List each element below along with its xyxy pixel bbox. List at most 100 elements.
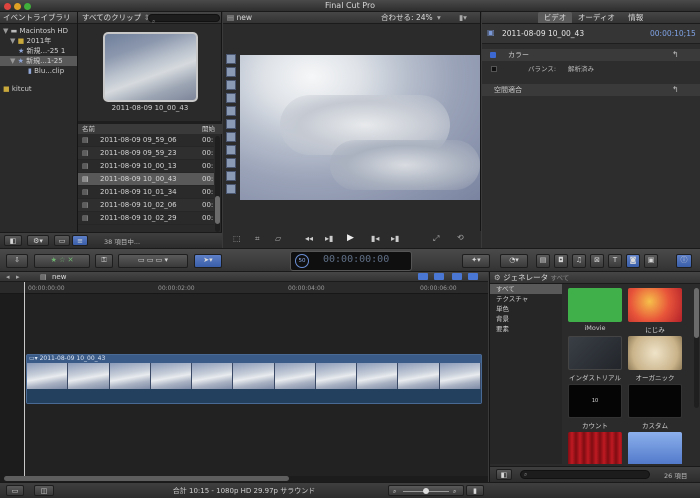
- list-item[interactable]: ▤ 2011-08-09 09_59_06 00:: [78, 134, 214, 147]
- transitions-browser-button[interactable]: ⊠: [590, 254, 604, 268]
- tab-info[interactable]: 情報: [621, 12, 651, 23]
- loop-icon[interactable]: ⟲: [457, 233, 464, 242]
- list-scrollbar[interactable]: [215, 136, 220, 232]
- list-item[interactable]: ▤ 2011-08-09 10_02_29 00:: [78, 212, 214, 225]
- category-elements[interactable]: 要素: [490, 324, 562, 334]
- library-item-kitcut[interactable]: ■ kitcut: [0, 84, 77, 94]
- filmstrip-view-button[interactable]: ▭: [54, 235, 70, 246]
- list-view-button[interactable]: ≡: [72, 235, 88, 246]
- effects-tool-button[interactable]: ✦▾: [462, 254, 490, 268]
- music-browser-button[interactable]: ♫: [572, 254, 586, 268]
- generator-tile-custom[interactable]: カスタム: [628, 384, 682, 430]
- category-solid[interactable]: 単色: [490, 304, 562, 314]
- tab-video[interactable]: ビデオ: [538, 12, 572, 23]
- generator-search-input[interactable]: ⌕: [520, 470, 650, 479]
- distort-icon[interactable]: ▱: [275, 234, 281, 243]
- list-item-selected[interactable]: ▤ 2011-08-09 10_00_43 00:: [78, 173, 214, 186]
- view-options-icon[interactable]: ▮▾: [459, 12, 467, 24]
- generator-tile-organic[interactable]: オーガニック: [628, 336, 682, 382]
- inspector-button[interactable]: ⓘ: [676, 254, 692, 268]
- column-start-header[interactable]: 開始: [202, 124, 215, 134]
- library-item-macintosh-hd[interactable]: ▼ ▬ Macintosh HD: [0, 26, 77, 36]
- spatial-section-header[interactable]: 空間適合 ↰: [482, 84, 700, 96]
- history-forward-icon[interactable]: ▸: [16, 272, 20, 281]
- list-item[interactable]: ▤ 2011-08-09 09_59_23 00:: [78, 147, 214, 160]
- transform-icon[interactable]: ⬚: [233, 234, 241, 243]
- library-item-blu-clip[interactable]: ▮ Blu...clip: [0, 66, 77, 76]
- themes-browser-button[interactable]: ▣: [644, 254, 658, 268]
- audio-skimming-toggle[interactable]: [434, 273, 444, 280]
- zoom-window-button[interactable]: [24, 3, 31, 10]
- show-sidebar-button[interactable]: ◧: [496, 469, 512, 480]
- zoom-in-icon[interactable]: ⌕: [453, 486, 456, 497]
- library-item-2011[interactable]: ▼ ■ 2011年: [0, 36, 77, 46]
- gear-icon[interactable]: ⚙: [494, 273, 501, 282]
- balance-checkbox[interactable]: [491, 66, 497, 72]
- close-window-button[interactable]: [4, 3, 11, 10]
- import-media-button[interactable]: ⇩: [6, 254, 28, 268]
- timeline-clip[interactable]: ▭▾ 2011-08-09 10_00_43: [26, 354, 482, 404]
- zoom-knob[interactable]: [423, 488, 429, 494]
- select-tool-button[interactable]: ➤▾: [194, 254, 222, 268]
- selected-clip-thumbnail[interactable]: [103, 32, 198, 102]
- crop-icon[interactable]: ⌗: [255, 234, 260, 244]
- background-task-indicator[interactable]: 50: [295, 254, 309, 268]
- clip-filter-dropdown[interactable]: すべてのクリップ: [82, 13, 141, 22]
- effects-browser-button[interactable]: ▤: [536, 254, 550, 268]
- category-all[interactable]: すべて: [490, 284, 562, 294]
- clip-appearance-button[interactable]: ▮: [466, 485, 484, 496]
- generators-browser-button[interactable]: ◙: [626, 254, 640, 268]
- generator-scrollbar[interactable]: [694, 288, 699, 408]
- timeline-index-icon[interactable]: ▤: [40, 272, 47, 281]
- generator-tile-imovie[interactable]: iMovie: [568, 288, 622, 334]
- next-edit-icon[interactable]: ▸▮: [391, 234, 399, 243]
- scrollbar-thumb[interactable]: [4, 476, 289, 481]
- reset-icon[interactable]: ↰: [672, 84, 679, 96]
- play-icon[interactable]: ▶: [347, 233, 354, 243]
- generator-tile-countdown[interactable]: 10 カウント: [568, 384, 622, 430]
- disclosure-triangle-icon[interactable]: ▼: [3, 27, 8, 35]
- skimming-toggle[interactable]: [418, 273, 428, 280]
- zoom-out-icon[interactable]: ⌕: [393, 486, 396, 497]
- generator-tile-blur[interactable]: にじみ: [628, 288, 682, 334]
- history-back-icon[interactable]: ◂: [6, 272, 10, 281]
- reset-icon[interactable]: ↰: [672, 49, 679, 61]
- library-event-1[interactable]: ★ 新規...-25 1: [0, 46, 77, 56]
- keyword-editor-button[interactable]: ⚿: [95, 254, 113, 268]
- column-name-header[interactable]: 名前: [82, 124, 95, 134]
- playhead[interactable]: [24, 282, 25, 476]
- action-menu-button[interactable]: ⚙▾: [27, 235, 49, 246]
- clip-menu-icon[interactable]: ▭▾: [29, 355, 40, 362]
- viewer-menu-icon[interactable]: ▤: [227, 13, 234, 22]
- step-back-icon[interactable]: ▸▮: [325, 234, 333, 243]
- generator-tile-curtain[interactable]: [568, 432, 622, 464]
- viewer-video-frame[interactable]: [240, 55, 480, 200]
- solo-toggle[interactable]: [452, 273, 462, 280]
- timecode-display[interactable]: 00:00:00:00: [323, 254, 389, 265]
- titles-browser-button[interactable]: T: [608, 254, 622, 268]
- zoom-slider[interactable]: ⌕ ⌕: [388, 485, 464, 496]
- snapping-toggle[interactable]: [468, 273, 478, 280]
- photo-browser-button[interactable]: ◘: [554, 254, 568, 268]
- keyword-rating-buttons[interactable]: ★ ☆ ✕: [34, 254, 90, 268]
- zoom-dropdown-arrow-icon[interactable]: ▾: [437, 12, 441, 24]
- search-input[interactable]: ⌕: [148, 14, 220, 25]
- color-section-header[interactable]: カラー ↰: [482, 49, 700, 61]
- tab-audio[interactable]: オーディオ: [574, 12, 618, 23]
- fullscreen-icon[interactable]: ⤢: [433, 234, 439, 244]
- retime-button[interactable]: ◔▾: [500, 254, 528, 268]
- previous-edit-icon[interactable]: ▮◂: [371, 234, 379, 243]
- category-texture[interactable]: テクスチャ: [490, 294, 562, 304]
- rewind-icon[interactable]: ◂◂: [305, 234, 313, 243]
- generator-tile-gradient[interactable]: [628, 432, 682, 464]
- disclosure-triangle-icon[interactable]: ▼: [10, 37, 15, 45]
- generator-tile-industrial[interactable]: インダストリアル: [568, 336, 622, 382]
- scrollbar-thumb[interactable]: [694, 288, 699, 338]
- zoom-level-dropdown[interactable]: 24%: [416, 12, 433, 24]
- enable-checkbox[interactable]: [490, 52, 496, 58]
- list-item[interactable]: ▤ 2011-08-09 10_00_13 00:: [78, 160, 214, 173]
- show-library-button[interactable]: ◧: [4, 235, 22, 246]
- list-item[interactable]: ▤ 2011-08-09 10_02_06 00:: [78, 199, 214, 212]
- library-event-2[interactable]: ▼ ★ 新規...1-25: [0, 56, 77, 66]
- category-background[interactable]: 背景: [490, 314, 562, 324]
